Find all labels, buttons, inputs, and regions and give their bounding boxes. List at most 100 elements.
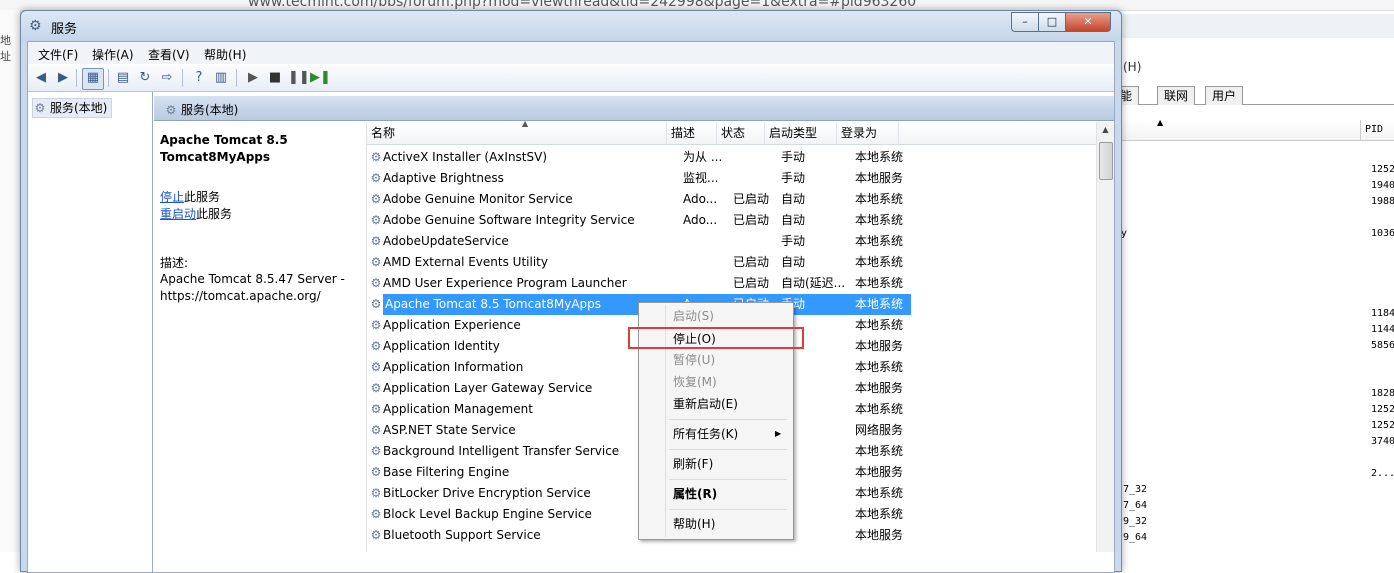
menu-item-restart[interactable]: 重新启动(E)	[673, 394, 738, 414]
menu-item-start[interactable]: 启动(S)	[673, 306, 714, 326]
toolbar-separator	[236, 69, 237, 87]
table-row[interactable]: ⚙ Adobe Genuine Software Integrity Servic…	[367, 210, 1107, 231]
tm-pid: 1252	[1371, 420, 1394, 431]
service-name-line: Apache Tomcat 8.5	[160, 133, 288, 147]
maximize-button[interactable]: □	[1038, 12, 1066, 32]
gear-icon: ⚙	[370, 234, 382, 248]
service-logon-cell: 本地系统	[855, 318, 904, 332]
table-row[interactable]: ⚙ Adaptive Brightness 监视... 手动 本地服务	[367, 168, 1107, 189]
service-name-cell: ASP.NET State Service	[383, 423, 516, 437]
menu-action[interactable]: 操作(A)	[92, 46, 134, 63]
pause-service-icon[interactable]: ❚❚	[288, 69, 310, 87]
column-header-logon-as[interactable]: 登录为	[837, 122, 899, 144]
tm-pid: 1252	[1371, 164, 1394, 175]
service-name-cell: Adaptive Brightness	[383, 171, 504, 185]
service-logon-cell: 本地系统	[855, 294, 911, 315]
help-icon[interactable]: ?	[190, 69, 208, 87]
menu-item-help[interactable]: 帮助(H)	[673, 514, 715, 534]
toolbar-separator	[76, 69, 77, 87]
column-header-startup-type[interactable]: 启动类型	[765, 122, 837, 144]
submenu-arrow-icon: ▶	[775, 429, 782, 438]
tm-pid-header[interactable]: PID	[1360, 120, 1394, 140]
table-row[interactable]: ⚙ ActiveX Installer (AxInstSV) 为从 ... 手动 本地系…	[367, 147, 1107, 168]
menu-separator	[669, 449, 787, 450]
scroll-thumb[interactable]	[1099, 142, 1113, 180]
description-line: Apache Tomcat 8.5.47 Server -	[160, 272, 345, 286]
service-logon-cell: 本地系统	[855, 150, 904, 164]
start-service-icon[interactable]: ▶	[244, 69, 262, 87]
pane-header-label: 服务(本地)	[181, 103, 239, 117]
tm-pid: 2...	[1371, 468, 1394, 479]
menu-separator	[669, 419, 787, 420]
stop-suffix: 此服务	[184, 190, 221, 204]
menu-item-resume[interactable]: 恢复(M)	[673, 372, 717, 392]
service-description-cell: Ado...	[683, 192, 718, 206]
service-logon-cell: 本地系统	[855, 360, 904, 374]
menu-item-all-tasks[interactable]: 所有任务(K)	[673, 424, 738, 444]
column-header-description[interactable]: 描述	[667, 122, 717, 144]
tm-list-header: ▲ PID	[1113, 118, 1394, 141]
gear-icon: ⚙	[370, 507, 382, 521]
table-row[interactable]: ⚙ AdobeUpdateService 手动 本地系统	[367, 231, 1107, 252]
menu-separator	[669, 479, 787, 480]
restart-action-line: 重启动此服务	[160, 205, 232, 222]
menu-item-refresh[interactable]: 刷新(F)	[673, 454, 713, 474]
service-name-cell: AMD External Events Utility	[383, 255, 548, 269]
gear-icon: ⚙	[370, 528, 382, 542]
refresh-icon[interactable]: ↻	[136, 69, 154, 87]
table-row[interactable]: ⚙ Adobe Genuine Monitor Service Ado... 已启动自…	[367, 189, 1107, 210]
service-startup-cell: 自动	[781, 255, 806, 269]
tm-pid: 1036	[1371, 228, 1394, 239]
back-arrow-icon[interactable]: ◀	[32, 69, 50, 87]
forward-arrow-icon[interactable]: ▶	[54, 69, 72, 87]
toolbar: ◀ ▶ ▦ ▤ ↻ ⇨ ? ▥ ▶ ■ ❚❚ ▶❚	[28, 65, 1114, 92]
background-left-strip: 地址	[0, 10, 21, 552]
pane-header: ⚙ 服务(本地)	[154, 96, 1114, 121]
service-name-cell: Application Identity	[383, 339, 500, 353]
service-name-cell: Block Level Backup Engine Service	[383, 507, 592, 521]
stop-action-line: 停止此服务	[160, 188, 220, 205]
service-name-cell: Application Management	[383, 402, 533, 416]
description-text: Apache Tomcat 8.5.47 Server - https://to…	[160, 271, 350, 305]
console-tree: ⚙ 服务(本地)	[28, 92, 153, 572]
gear-icon: ⚙	[370, 486, 382, 500]
vertical-scrollbar[interactable]: ▲	[1096, 122, 1114, 552]
gear-icon: ⚙	[370, 213, 382, 227]
background-address-label: 地址	[0, 34, 11, 63]
restart-service-link[interactable]: 重启动	[160, 207, 196, 221]
action-pane-icon[interactable]: ▥	[212, 69, 230, 87]
service-startup-cell: 自动(延迟...	[781, 276, 846, 290]
title-bar[interactable]: ⚙ 服务 – □ ✕	[21, 11, 1121, 41]
service-logon-cell: 本地系统	[855, 444, 904, 458]
service-name-cell: Adobe Genuine Monitor Service	[383, 192, 573, 206]
table-row[interactable]: ⚙ AMD External Events Utility 已启动 自动 本地系统	[367, 252, 1107, 273]
table-row[interactable]: ⚙ AMD User Experience Program Launcher 已启动…	[367, 273, 1107, 294]
stop-service-link[interactable]: 停止	[160, 190, 184, 204]
properties-icon[interactable]: ▤	[114, 69, 132, 87]
console-tree-icon[interactable]: ▦	[82, 68, 104, 90]
export-icon[interactable]: ⇨	[158, 69, 176, 87]
service-description-cell: 为从 ...	[683, 150, 723, 164]
description-label: 描述:	[160, 256, 189, 270]
close-button[interactable]: ✕	[1065, 12, 1111, 32]
column-header-status[interactable]: 状态	[717, 122, 765, 144]
restart-service-icon[interactable]: ▶❚	[310, 69, 331, 87]
tm-tab-network[interactable]: 联网	[1157, 86, 1196, 105]
tree-item-services-local[interactable]: ⚙ 服务(本地)	[32, 98, 113, 118]
menu-item-pause[interactable]: 暂停(U)	[673, 350, 715, 370]
toolbar-separator	[182, 69, 183, 87]
service-logon-cell: 本地服务	[855, 171, 904, 185]
scroll-up-icon[interactable]: ▲	[1097, 122, 1114, 138]
gear-icon: ⚙	[370, 171, 382, 185]
gear-icon: ⚙	[370, 318, 382, 332]
minimize-button[interactable]: –	[1011, 12, 1039, 32]
tm-tab-users[interactable]: 用户	[1205, 86, 1244, 105]
gear-icon: ⚙	[370, 192, 382, 206]
column-header-name[interactable]: 名称	[367, 122, 667, 144]
menu-view[interactable]: 查看(V)	[148, 46, 190, 63]
menu-item-properties[interactable]: 属性(R)	[673, 484, 717, 504]
stop-service-icon[interactable]: ■	[266, 69, 284, 87]
menu-help[interactable]: 帮助(H)	[204, 46, 246, 63]
gear-icon: ⚙	[370, 444, 382, 458]
menu-file[interactable]: 文件(F)	[38, 46, 78, 63]
